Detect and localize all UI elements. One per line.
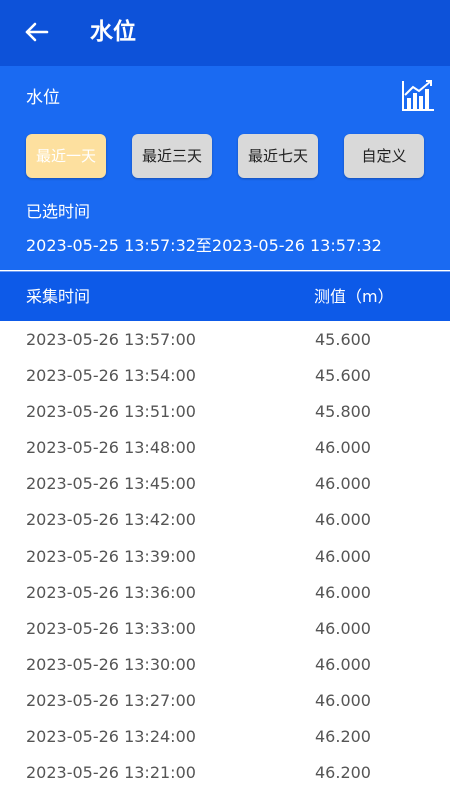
column-header-time: 采集时间 — [26, 287, 91, 306]
cell-time: 2023-05-26 13:48:00 — [26, 438, 196, 458]
metric-label: 水位 — [26, 88, 60, 108]
cell-value: 46.000 — [315, 474, 371, 494]
table-row: 2023-05-26 13:42:00 46.000 — [0, 501, 450, 537]
water-level-screen: 水位 水位 最近一天 最近三天 最近七天 自定义 已选时间 2023-05-25… — [0, 0, 450, 800]
cell-time: 2023-05-26 13:45:00 — [26, 474, 196, 494]
table-header: 采集时间 测值（m） — [0, 271, 450, 321]
table-row: 2023-05-26 13:21:00 46.200 — [0, 754, 450, 790]
cell-time: 2023-05-26 13:30:00 — [26, 654, 196, 674]
cell-value: 46.000 — [315, 690, 371, 710]
cell-value: 46.200 — [315, 763, 371, 783]
table-row: 2023-05-26 13:48:00 46.000 — [0, 429, 450, 465]
cell-time: 2023-05-26 13:42:00 — [26, 510, 196, 530]
chart-view-button[interactable] — [400, 78, 436, 114]
range-button-1-day[interactable]: 最近一天 — [26, 134, 106, 178]
cell-time: 2023-05-26 13:24:00 — [26, 727, 196, 747]
cell-value: 46.000 — [315, 438, 371, 458]
table-row: 2023-05-26 13:45:00 46.000 — [0, 465, 450, 501]
range-button-custom[interactable]: 自定义 — [344, 134, 424, 178]
app-bar: 水位 — [0, 0, 450, 66]
range-button-3-days[interactable]: 最近三天 — [132, 134, 212, 178]
table-row: 2023-05-26 13:33:00 46.000 — [0, 610, 450, 646]
selected-time-label: 已选时间 — [26, 202, 91, 221]
cell-value: 45.600 — [315, 330, 371, 349]
cell-time: 2023-05-26 13:39:00 — [26, 546, 196, 566]
cell-time: 2023-05-26 13:36:00 — [26, 582, 196, 602]
page-title: 水位 — [90, 19, 136, 45]
table-row: 2023-05-26 13:24:00 46.200 — [0, 718, 450, 754]
data-table[interactable]: 2023-05-26 13:57:00 45.600 2023-05-26 13… — [0, 321, 450, 800]
cell-time: 2023-05-26 13:27:00 — [26, 690, 196, 710]
filter-panel: 水位 最近一天 最近三天 最近七天 自定义 已选时间 2023-05-25 13… — [0, 66, 450, 270]
cell-time: 2023-05-26 13:54:00 — [26, 366, 196, 386]
cell-time: 2023-05-26 13:51:00 — [26, 402, 196, 422]
cell-value: 45.600 — [315, 366, 371, 386]
table-row: 2023-05-26 13:51:00 45.800 — [0, 393, 450, 429]
table-row: 2023-05-26 13:27:00 46.000 — [0, 682, 450, 718]
selected-time-range: 2023-05-25 13:57:32至2023-05-26 13:57:32 — [26, 236, 382, 255]
arrow-left-icon — [25, 22, 49, 42]
table-row: 2023-05-26 13:54:00 45.600 — [0, 357, 450, 393]
cell-time: 2023-05-26 13:21:00 — [26, 763, 196, 783]
back-button[interactable] — [22, 17, 52, 47]
cell-value: 46.000 — [315, 546, 371, 566]
cell-value: 46.000 — [315, 654, 371, 674]
cell-time: 2023-05-26 13:33:00 — [26, 618, 196, 638]
table-row: 2023-05-26 13:36:00 46.000 — [0, 574, 450, 610]
bar-chart-trend-icon — [402, 80, 434, 111]
cell-value: 45.800 — [315, 402, 371, 422]
table-row: 2023-05-26 13:30:00 46.000 — [0, 646, 450, 682]
table-row: 2023-05-26 13:39:00 46.000 — [0, 538, 450, 574]
cell-value: 46.000 — [315, 618, 371, 638]
cell-value: 46.200 — [315, 727, 371, 747]
cell-value: 46.000 — [315, 582, 371, 602]
column-header-value: 测值（m） — [314, 287, 394, 306]
range-button-7-days[interactable]: 最近七天 — [238, 134, 318, 178]
cell-value: 46.000 — [315, 510, 371, 530]
table-row: 2023-05-26 13:57:00 45.600 — [0, 321, 450, 357]
cell-time: 2023-05-26 13:57:00 — [26, 330, 196, 349]
